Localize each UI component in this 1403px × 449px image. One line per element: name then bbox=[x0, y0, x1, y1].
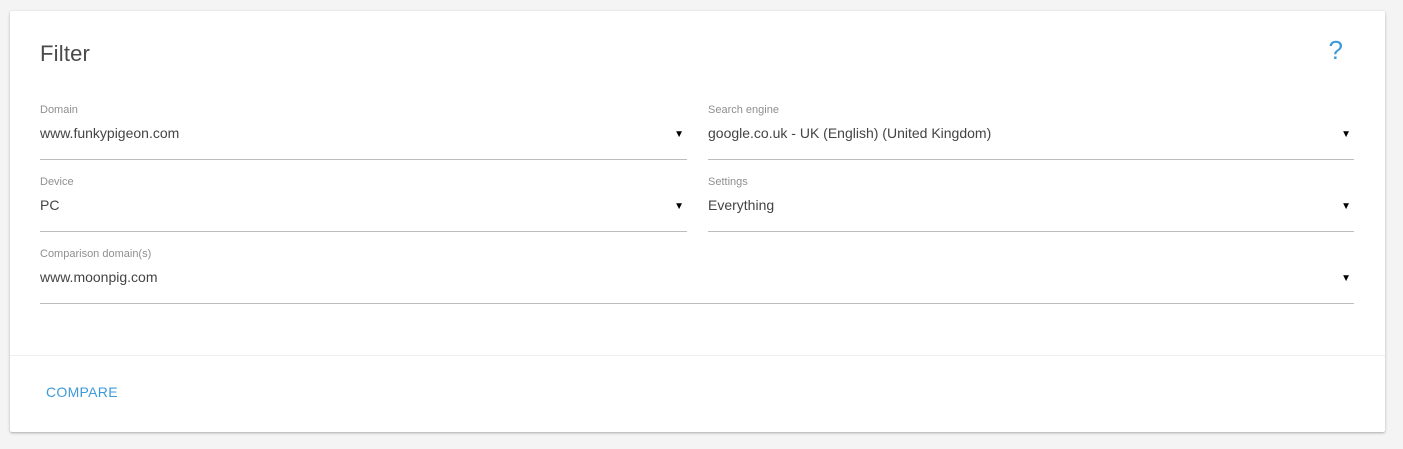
search-engine-select[interactable]: Search engine google.co.uk - UK (English… bbox=[708, 104, 1354, 160]
chevron-down-icon: ▼ bbox=[674, 201, 684, 212]
chevron-down-icon: ▼ bbox=[1341, 201, 1351, 212]
domain-value: www.funkypigeon.com bbox=[40, 125, 180, 141]
chevron-down-icon: ▼ bbox=[1341, 129, 1351, 140]
settings-select[interactable]: Settings Everything ▼ bbox=[708, 176, 1354, 232]
search-engine-value: google.co.uk - UK (English) (United King… bbox=[708, 125, 992, 141]
comparison-domains-label: Comparison domain(s) bbox=[40, 248, 152, 260]
page-title: Filter bbox=[40, 41, 91, 66]
comparison-domains-underline bbox=[40, 303, 1354, 304]
card-actions-divider bbox=[10, 355, 1385, 356]
domain-select[interactable]: Domain www.funkypigeon.com ▼ bbox=[40, 104, 687, 160]
filter-card: Filter ? Domain www.funkypigeon.com ▼ Se… bbox=[10, 11, 1385, 432]
device-value: PC bbox=[40, 197, 60, 213]
settings-label: Settings bbox=[708, 176, 748, 188]
domain-underline bbox=[40, 159, 687, 160]
device-select[interactable]: Device PC ▼ bbox=[40, 176, 687, 232]
device-label: Device bbox=[40, 176, 74, 188]
settings-value: Everything bbox=[708, 197, 775, 213]
chevron-down-icon: ▼ bbox=[1341, 273, 1351, 284]
device-underline bbox=[40, 231, 687, 232]
chevron-down-icon: ▼ bbox=[674, 129, 684, 140]
domain-label: Domain bbox=[40, 104, 78, 116]
search-engine-underline bbox=[708, 159, 1354, 160]
settings-underline bbox=[708, 231, 1354, 232]
help-icon[interactable]: ? bbox=[1329, 35, 1343, 65]
comparison-domains-select[interactable]: Comparison domain(s) www.moonpig.com ▼ bbox=[40, 248, 1354, 304]
search-engine-label: Search engine bbox=[708, 104, 779, 116]
comparison-domains-value: www.moonpig.com bbox=[40, 269, 158, 285]
compare-button[interactable]: COMPARE bbox=[36, 380, 128, 404]
